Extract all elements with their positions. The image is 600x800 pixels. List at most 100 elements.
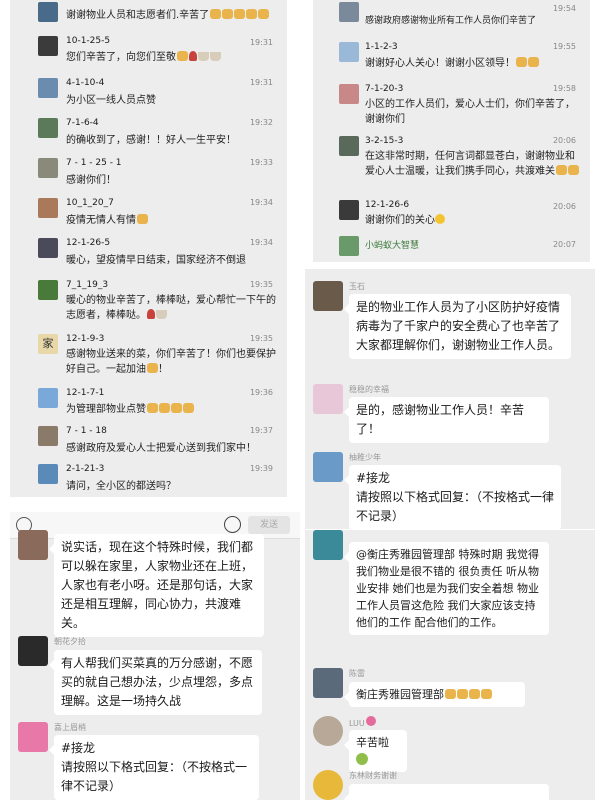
message-bubble[interactable] — [344, 784, 549, 800]
avatar[interactable] — [313, 452, 343, 482]
avatar — [38, 280, 58, 300]
message-text: 请问，全小区的都送吗？ — [66, 481, 176, 492]
message-bubble[interactable]: 是的物业工作人员为了小区防护好疫情病毒为了千家户的安全费心了也辛苦了大家都理解你… — [344, 294, 571, 359]
thumbs-up-emoji — [222, 9, 234, 19]
message-text: 在这非常时期，任何言词都显苍白，谢谢物业和爱心人士温暖，让我们携手同心，共渡难关 — [365, 151, 575, 177]
list-item[interactable]: 3-2-15-3 20:06 在这非常时期，任何言词都显苍白，谢谢物业和爱心人士… — [313, 132, 590, 194]
avatar[interactable] — [313, 668, 343, 698]
message-time: 19:36 — [249, 388, 273, 397]
sender-name: 玉石 — [349, 282, 365, 291]
member-name: 7 - 1 - 25 - 1 — [66, 158, 122, 168]
coffee-emoji — [210, 52, 221, 61]
sender-name: 陈雷 — [349, 669, 365, 678]
list-item[interactable]: 10-1-25-5 19:31 您们辛苦了，向您们至敬 — [10, 34, 287, 70]
avatar — [339, 200, 359, 220]
thumbs-up-emoji — [445, 689, 456, 699]
list-item[interactable]: 12-1-7-1 19:36 为管理部物业点赞 — [10, 384, 287, 420]
message-text: 暖心的物业辛苦了，棒棒哒，爱心帮忙一下午的志愿者，棒棒哒。 — [66, 295, 276, 321]
avatar[interactable] — [313, 384, 343, 414]
avatar — [38, 426, 58, 446]
list-item[interactable]: 19:54 感谢政府感谢物业所有工作人员你们辛苦了 — [313, 0, 590, 30]
list-item[interactable]: 谢谢物业人员和志愿者们.辛苦了 — [10, 0, 287, 26]
strong-emoji — [556, 165, 567, 175]
chat-panel-right-upper: 玉石 是的物业工作人员为了小区防护好疫情病毒为了千家户的安全费心了也辛苦了大家都… — [305, 269, 595, 529]
sender-name: 朝花夕拾 — [54, 637, 86, 646]
emoji-icon[interactable] — [224, 516, 241, 533]
message-text: 衡庄秀雅园管理部 — [356, 688, 444, 701]
member-name: 12-1-26-5 — [66, 238, 111, 248]
message-bubble[interactable]: 辛苦啦 — [344, 730, 407, 772]
coffee-emoji — [198, 52, 209, 61]
avatar — [339, 136, 359, 156]
strong-emoji — [234, 9, 246, 19]
message-bubble[interactable]: 是的，感谢物业工作人员！辛苦了！ — [344, 397, 549, 443]
member-name: 2-1-21-3 — [66, 464, 105, 474]
thumbs-up-emoji — [469, 689, 480, 699]
list-item[interactable]: 小蚂蚁大智慧 20:07 — [313, 234, 590, 260]
message-text: 为管理部物业点赞 — [66, 404, 146, 415]
avatar — [38, 118, 58, 138]
list-item[interactable]: 7-1-20-3 19:58 小区的工作人员们，爱心人士们，你们辛苦了，谢谢你们 — [313, 80, 590, 128]
member-name: 4-1-10-4 — [66, 78, 105, 88]
message-time: 19:39 — [249, 464, 273, 473]
message-bubble[interactable]: 衡庄秀雅园管理部 — [344, 682, 525, 707]
thumbs-up-emoji — [457, 689, 468, 699]
thumbs-up-emoji — [528, 57, 539, 67]
list-item[interactable]: 2-1-21-3 19:39 请问，全小区的都送吗？ — [10, 460, 287, 496]
thumbs-up-emoji — [159, 403, 170, 413]
list-item[interactable]: 4-1-10-4 19:31 为小区一线人员点赞 — [10, 74, 287, 110]
thumbs-up-emoji — [177, 51, 188, 61]
message-time: 20:06 — [552, 202, 576, 211]
member-name: 7 - 1 - 18 — [66, 426, 107, 436]
member-name: 10_1_20_7 — [66, 198, 114, 208]
strong-emoji — [147, 363, 158, 373]
avatar[interactable] — [313, 530, 343, 560]
list-item[interactable]: 10_1_20_7 19:34 疫情无情人有情 — [10, 194, 287, 230]
avatar[interactable] — [18, 530, 48, 560]
message-bubble[interactable]: 有人帮我们买菜真的万分感谢，不愿买的就自己想办法，少点埋怨，多点理解。这是一场持… — [49, 650, 262, 715]
message-time: 19:58 — [552, 84, 576, 93]
list-item[interactable]: 7 - 1 - 25 - 1 19:33 感谢你们！ — [10, 154, 287, 190]
list-item[interactable]: 7_1_19_3 19:35 暖心的物业辛苦了，棒棒哒，爱心帮忙一下午的志愿者，… — [10, 276, 287, 326]
message-text: 暖心，望疫情早日结束，国家经济不倒退 — [66, 255, 246, 266]
avatar[interactable] — [313, 716, 343, 746]
message-bubble[interactable]: #接龙 请按照以下格式回复：（不按格式一律不记录） — [49, 735, 259, 800]
thumbs-up-emoji — [171, 403, 182, 413]
thumbs-up-emoji — [183, 403, 194, 413]
message-bubble[interactable]: 说实话，现在这个特殊时候，我们都可以躲在家里，人家物业还在上班，人家也有老小呀。… — [49, 534, 264, 637]
message-text: 的确收到了，感谢！！好人一生平安！ — [66, 135, 236, 146]
avatar[interactable] — [18, 636, 48, 666]
avatar — [38, 36, 58, 56]
message-bubble[interactable]: @衡庄秀雅园管理部 特殊时期 我觉得我们物业是很不错的 很负责任 听从物业安排 … — [344, 542, 549, 635]
message-text: 为小区一线人员点赞 — [66, 95, 156, 106]
smile-emoji — [435, 214, 445, 224]
member-name: 10-1-25-5 — [66, 36, 111, 46]
message-time: 19:34 — [249, 238, 273, 247]
avatar[interactable] — [313, 281, 343, 311]
list-item[interactable]: 1-1-2-3 19:55 谢谢好心人关心！谢谢小区领导！ — [313, 38, 590, 74]
sender-name: 稳稳的幸福 — [349, 385, 389, 394]
rose-emoji — [147, 309, 155, 319]
avatar — [38, 388, 58, 408]
list-item[interactable]: 家 12-1-9-3 19:35 感谢物业送来的菜，你们辛苦了！你们也要保护好自… — [10, 330, 287, 380]
message-bubble[interactable]: #接龙 请按照以下格式回复：（不按格式一律不记录） — [344, 465, 561, 529]
message-text: 谢谢好心人关心！谢谢小区领导！ — [365, 58, 515, 69]
avatar — [339, 236, 359, 256]
list-item[interactable]: 12-1-26-6 20:06 谢谢你们的关心 — [313, 198, 590, 232]
avatar — [38, 238, 58, 258]
thumbs-up-emoji — [210, 9, 222, 19]
send-button[interactable]: 发送 — [248, 516, 290, 534]
message-time: 19:35 — [249, 334, 273, 343]
list-item[interactable]: 7 - 1 - 18 19:37 感谢政府及爱心人士把爱心送到我们家中！ — [10, 422, 287, 458]
avatar[interactable] — [18, 722, 48, 752]
heart-emoji — [365, 716, 376, 726]
member-name: 7-1-6-4 — [66, 118, 99, 128]
member-name: 7_1_19_3 — [66, 280, 109, 290]
list-item[interactable]: 7-1-6-4 19:32 的确收到了，感谢！！好人一生平安！ — [10, 114, 287, 150]
message-text: 感谢政府及爱心人士把爱心送到我们家中！ — [66, 443, 256, 454]
member-name: 1-1-2-3 — [365, 42, 398, 52]
member-name: 3-2-15-3 — [365, 136, 404, 146]
avatar[interactable] — [313, 770, 343, 800]
list-item[interactable]: 12-1-26-5 19:34 暖心，望疫情早日结束，国家经济不倒退 — [10, 234, 287, 270]
message-text: 疫情无情人有情 — [66, 215, 136, 226]
